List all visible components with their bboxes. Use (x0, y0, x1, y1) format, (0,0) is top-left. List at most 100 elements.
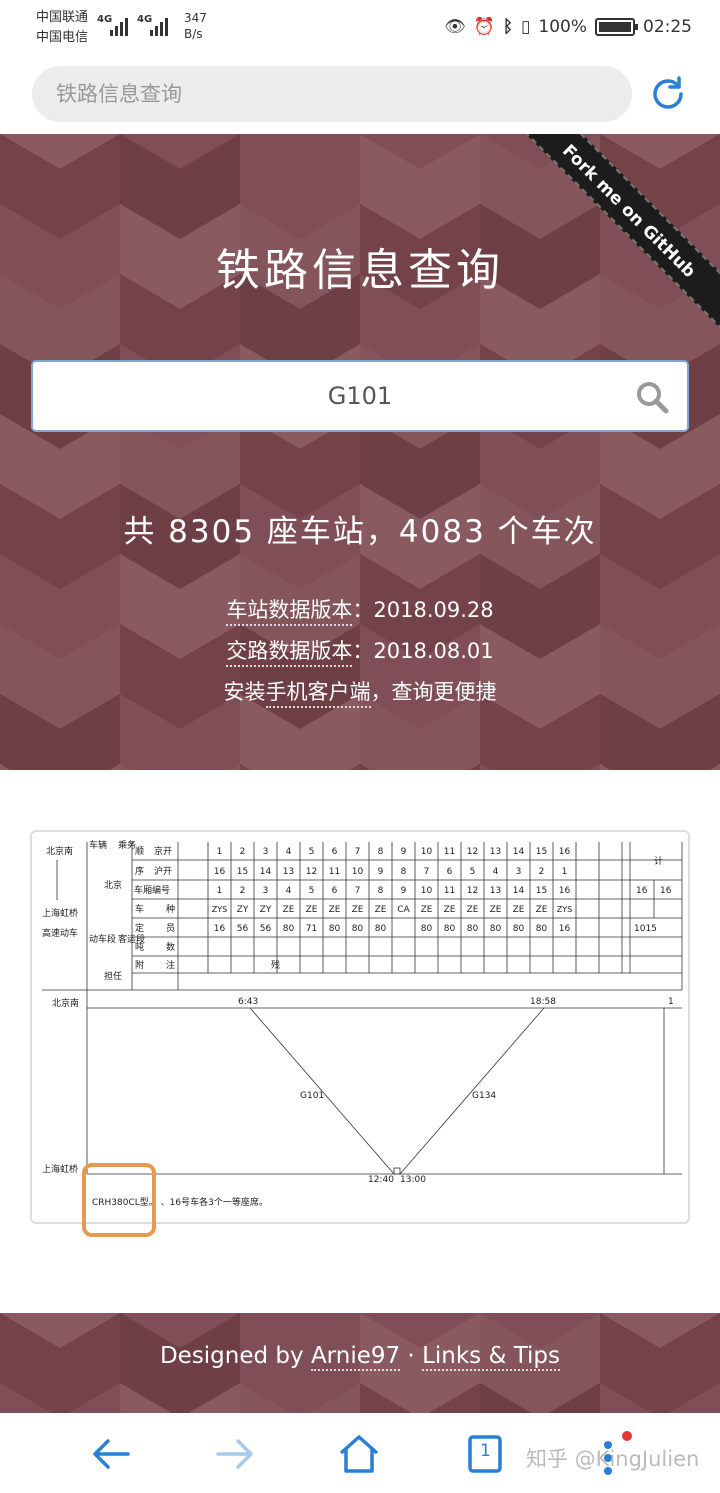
links-tips-link[interactable]: Links & Tips (422, 1343, 561, 1371)
origin-label: 北京南 (46, 845, 73, 857)
table-cell: ZE (352, 905, 364, 915)
table-cell: 15 (536, 847, 547, 857)
table-cell: 15 (536, 886, 547, 896)
seats-label-2: 员 (166, 923, 175, 934)
table-cell: 12 (467, 886, 478, 896)
station-train-count: 共 8305 座车站，4083 个车次 (123, 514, 597, 550)
table-cell: 56 (237, 924, 249, 934)
table-cell: ZE (283, 905, 295, 915)
route-version-label[interactable]: 交路数据版本 (226, 639, 353, 667)
station-version: 车站数据版本：2018.09.28 (0, 594, 720, 626)
search-icon[interactable] (635, 380, 669, 414)
eye-icon: 👁 (444, 17, 466, 37)
table-cell: 10 (421, 886, 433, 896)
chevron-background (0, 134, 720, 770)
table-cell: CA (397, 905, 410, 915)
bluetooth-icon: ᛒ (502, 17, 514, 37)
table-cell: 80 (352, 924, 364, 934)
table-cell: 12 (467, 847, 478, 857)
notes-label-2: 注 (166, 959, 175, 971)
status-bar: 中国联通 中国电信 4G 4G 347 B/s 👁 ⏰ ᛒ ▯ 100% 02:… (0, 0, 720, 56)
table-cell: 13 (490, 847, 501, 857)
beijing-label: 北京 (104, 879, 122, 891)
diagram-top-station: 北京南 (52, 997, 79, 1009)
zhihu-watermark: 知乎 @KingJulien (526, 1447, 700, 1471)
home-icon[interactable] (336, 1431, 382, 1477)
speed-value: 347 (184, 11, 207, 25)
page-title: 铁路信息查询 (216, 245, 504, 296)
station-version-label[interactable]: 车站数据版本 (226, 598, 353, 626)
footer-credits: Designed by Arnie97 · Links & Tips (0, 1343, 720, 1371)
table-cell: 5 (470, 867, 476, 877)
diagram-bottom-station: 上海虹桥 (42, 1163, 78, 1175)
departure-time-1: 6:43 (238, 997, 258, 1007)
signal-icon (108, 14, 130, 36)
carrier-labels: 中国联通 中国电信 (36, 8, 88, 48)
table-cell: 14 (260, 867, 272, 877)
table-cell: 80 (375, 924, 387, 934)
table-cell: 9 (401, 886, 407, 896)
table-cell: 80 (283, 924, 295, 934)
table-cell: 8 (378, 886, 384, 896)
carrier-2: 中国电信 (36, 30, 89, 45)
back-arrow-icon[interactable] (88, 1431, 134, 1477)
train-label-2: G134 (472, 1091, 496, 1101)
table-cell: 2 (240, 886, 246, 896)
app-promo-suffix: ，查询更便捷 (370, 680, 497, 704)
table-cell: 4 (493, 867, 499, 877)
speed-unit: B/s (184, 27, 203, 41)
table-cell: 16 (559, 924, 571, 934)
table-cell: 14 (513, 886, 525, 896)
table-cell: 80 (421, 924, 433, 934)
table-cell: ZE (513, 905, 525, 915)
table-cell: 6 (332, 847, 338, 857)
departure-time-2: 13:00 (400, 1175, 426, 1185)
table-cell: 13 (283, 867, 294, 877)
search-input[interactable]: G101 (33, 362, 687, 430)
emu-depot-label: 动车段 (89, 933, 116, 945)
table-cell: 2 (240, 847, 246, 857)
forward-arrow-icon[interactable] (212, 1431, 258, 1477)
table-cell: 11 (444, 886, 455, 896)
address-bar[interactable]: 铁路信息查询 (32, 66, 632, 122)
table-cell: 6 (332, 886, 338, 896)
alarm-icon: ⏰ (473, 17, 495, 37)
total-carno-2: 16 (660, 886, 672, 896)
duty-label: 担任 (104, 970, 122, 982)
tab-count: 1 (480, 1441, 491, 1461)
table-cell: 11 (444, 847, 455, 857)
jingkai-label: 京开 (154, 845, 172, 857)
order2-label: 序 (135, 865, 144, 877)
arrival-time-2: 12:40 (368, 1175, 394, 1185)
arrival-time-1: 18:58 (530, 997, 556, 1007)
app-link[interactable]: 手机客户端 (265, 680, 371, 708)
table-cell: 3 (263, 847, 269, 857)
table-cell: 80 (329, 924, 341, 934)
table-cell: 5 (309, 886, 315, 896)
table-cell: 14 (513, 847, 525, 857)
status-icons: 👁 ⏰ ᛒ ▯ 100% 02:25 (444, 17, 692, 37)
table-cell: ZE (467, 905, 479, 915)
table-cell: 4 (286, 886, 292, 896)
table-cell: 11 (329, 867, 340, 877)
car-no-label: 车厢编号 (134, 884, 170, 896)
table-cell: 9 (401, 847, 407, 857)
destination-label: 上海虹桥 (42, 907, 78, 919)
table-cell: ZE (421, 905, 433, 915)
reload-icon[interactable] (648, 74, 688, 114)
hero-section: Fork me on GitHub 铁路信息查询 G101 共 8305 座车站… (0, 134, 720, 770)
total-carno-1: 16 (636, 886, 648, 896)
tabs-button[interactable]: 1 (462, 1431, 508, 1477)
table-cell: 6 (447, 867, 453, 877)
hukai-label: 沪开 (154, 865, 172, 877)
search-box[interactable]: G101 (31, 360, 689, 432)
table-cell: 7 (355, 886, 361, 896)
route-version: 交路数据版本：2018.08.01 (0, 635, 720, 667)
table-cell: 16 (559, 886, 571, 896)
browser-nav-bar: 1 知乎 @KingJulien (0, 1413, 720, 1493)
table-cell: 16 (214, 924, 226, 934)
table-cell: 1 (217, 886, 223, 896)
train-label-1: G101 (300, 1091, 324, 1101)
table-cell: ZE (375, 905, 387, 915)
author-link[interactable]: Arnie97 (310, 1343, 401, 1371)
